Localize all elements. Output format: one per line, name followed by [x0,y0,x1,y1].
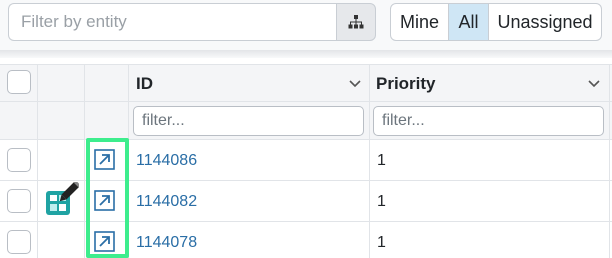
chevron-down-icon[interactable] [587,79,601,89]
row-priority: 1 [377,193,386,210]
row-checkbox[interactable] [7,230,31,254]
edit-entity-icon[interactable] [45,182,79,216]
hierarchy-button[interactable] [336,3,376,41]
mine-button[interactable]: Mine [390,3,449,41]
toolbar-shadow [0,50,612,58]
row-priority: 1 [377,152,386,169]
id-filter-input[interactable] [133,106,364,136]
chevron-down-icon[interactable] [348,79,362,89]
row-checkbox[interactable] [7,148,31,172]
entity-filter-input[interactable] [8,3,336,41]
priority-filter-input[interactable] [373,106,604,136]
unassigned-button[interactable]: Unassigned [489,3,602,41]
hierarchy-icon [348,15,364,29]
row-id-link[interactable]: 1144086 [136,152,197,170]
filter-bar: Mine All Unassigned [0,0,612,58]
select-all-checkbox[interactable] [7,70,31,94]
row-checkbox[interactable] [7,189,31,213]
column-header-priority[interactable]: Priority [376,74,436,94]
selection-highlight [86,138,129,258]
row-id-link[interactable]: 1144078 [136,234,197,252]
row-id-link[interactable]: 1144082 [136,193,197,211]
row-priority: 1 [377,234,386,251]
assignment-toggle: Mine All Unassigned [390,3,602,41]
column-header-id[interactable]: ID [136,74,153,94]
all-button[interactable]: All [449,3,489,41]
